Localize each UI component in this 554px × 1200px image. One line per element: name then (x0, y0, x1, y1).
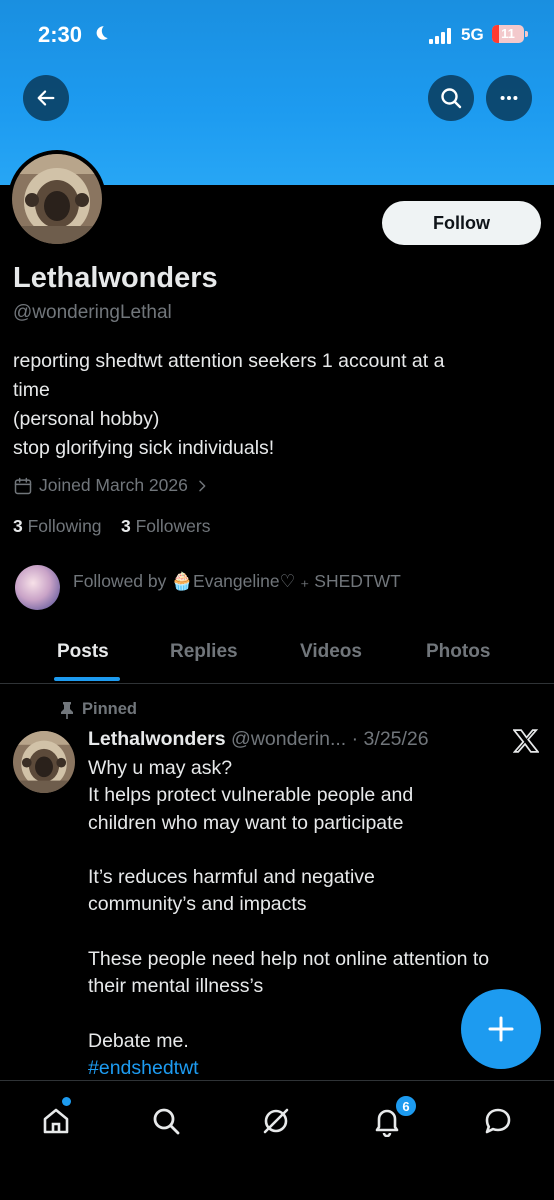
status-bar: 2:30 5G 11 (0, 0, 554, 70)
follow-stats: 3 Following 3 Followers (13, 516, 211, 537)
post-author[interactable]: Lethalwonders (88, 728, 226, 750)
active-tab-indicator (54, 677, 120, 681)
signal-icon (429, 28, 455, 44)
followers-label: Followers (135, 516, 211, 536)
arrow-left-icon (37, 90, 55, 106)
profile-handle: @wonderingLethal (13, 302, 172, 323)
nav-home[interactable] (34, 1099, 78, 1143)
status-time: 2:30 (38, 22, 83, 47)
post-line: community’s and impacts (88, 893, 307, 916)
joined-label: Joined March 2026 (39, 475, 188, 495)
followed-by-avatar[interactable] (15, 565, 60, 610)
post-line: It’s reduces harmful and negative (88, 866, 375, 889)
battery-icon: 11 (492, 25, 524, 43)
profile-name: Lethalwonders (13, 262, 218, 294)
tab-photos[interactable]: Photos (426, 641, 490, 663)
post-line (88, 837, 544, 864)
followed-by-text[interactable]: Followed by 🧁Evangeline♡ ₊ SHEDTWT (73, 571, 401, 592)
post-line (88, 919, 544, 946)
pinned-label: Pinned (60, 700, 137, 719)
plus-icon (488, 1016, 514, 1042)
messages-icon (485, 1108, 511, 1134)
followers-count: 3 (121, 516, 131, 536)
grok-icon (263, 1108, 289, 1134)
tab-replies[interactable]: Replies (170, 641, 238, 663)
nav-messages[interactable] (476, 1099, 520, 1143)
followers-link[interactable]: 3 Followers (121, 516, 211, 536)
search-button[interactable] (428, 75, 474, 121)
more-icon (500, 95, 518, 101)
bio-line: time (13, 379, 50, 401)
x-logo-icon (513, 729, 539, 753)
tab-posts[interactable]: Posts (57, 641, 109, 663)
bottom-nav: 6 (0, 1080, 554, 1200)
post-line: Why u may ask? (88, 757, 233, 779)
profile-tabs: Posts Replies Videos Photos (0, 625, 554, 684)
nav-search[interactable] (144, 1099, 188, 1143)
post-handle[interactable]: @wonderin... (231, 728, 346, 750)
avatar-image (13, 731, 75, 793)
home-notification-dot (62, 1097, 71, 1106)
following-label: Following (27, 516, 102, 536)
profile-bio: reporting shedtwt attention seekers 1 ac… (13, 347, 533, 463)
chevron-right-icon (199, 480, 206, 491)
following-link[interactable]: 3 Following (13, 516, 102, 536)
tab-videos[interactable]: Videos (300, 641, 362, 663)
joined-date[interactable]: Joined March 2026 (13, 475, 210, 496)
post-line: children who may want to participate (88, 811, 404, 834)
battery-level: 11 (501, 26, 515, 41)
compose-button[interactable] (461, 989, 541, 1069)
search-icon (441, 88, 462, 109)
back-button[interactable] (23, 75, 69, 121)
bio-line: reporting shedtwt attention seekers 1 ac… (13, 350, 445, 372)
post-line: These people need help not online attent… (88, 948, 490, 971)
calendar-icon (14, 477, 32, 494)
bio-line: stop glorifying sick individuals! (13, 437, 275, 459)
more-button[interactable] (486, 75, 532, 121)
home-icon (43, 1108, 69, 1134)
post-line: It helps protect vulnerable people and (88, 784, 414, 807)
moon-icon (96, 26, 108, 40)
profile-avatar[interactable] (8, 150, 106, 248)
search-icon (153, 1108, 180, 1135)
follow-button[interactable]: Follow (382, 201, 541, 245)
post-avatar[interactable] (13, 731, 75, 793)
notifications-badge: 6 (395, 1095, 417, 1117)
following-count: 3 (13, 516, 23, 536)
post-date[interactable]: · 3/25/26 (352, 728, 429, 750)
avatar-image (12, 154, 102, 244)
nav-grok[interactable] (254, 1099, 298, 1143)
pin-icon (61, 701, 73, 719)
post-header: Lethalwonders @wonderin... · 3/25/26 (88, 728, 429, 751)
pinned-text: Pinned (82, 700, 138, 718)
bio-line: (personal hobby) (13, 408, 160, 430)
network-label: 5G (461, 25, 484, 44)
